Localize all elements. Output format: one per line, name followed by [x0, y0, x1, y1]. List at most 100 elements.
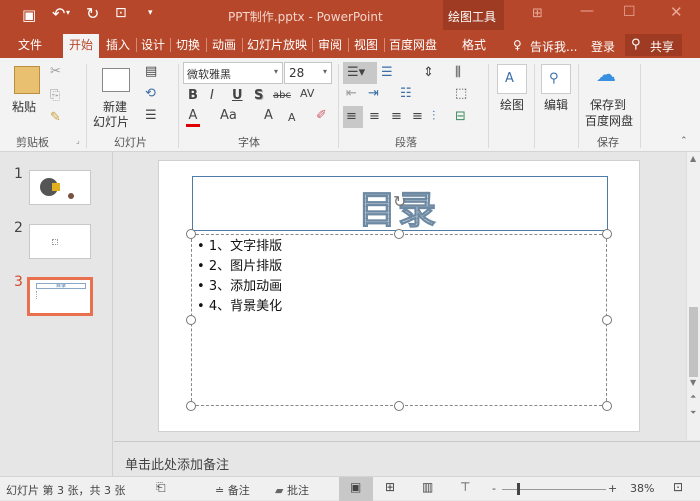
increase-indent-icon[interactable]: ⇥	[368, 86, 379, 102]
normal-view-button[interactable]: ▣	[339, 477, 373, 501]
bold-button[interactable]: B	[188, 88, 198, 104]
resize-handle[interactable]	[602, 315, 612, 325]
slide-thumbnail-3[interactable]: 目录	[27, 277, 93, 316]
cut-icon[interactable]: ✂	[50, 64, 61, 80]
change-case-button[interactable]: Aa	[220, 108, 237, 124]
resize-handle[interactable]	[186, 229, 196, 239]
tab-file[interactable]: 文件	[12, 34, 48, 58]
rotate-handle-icon[interactable]: ↻	[393, 192, 406, 211]
copy-icon[interactable]: ⎘	[50, 88, 60, 104]
grow-font-button[interactable]: A	[264, 108, 273, 124]
close-icon[interactable]: ✕	[670, 3, 683, 21]
scroll-thumb[interactable]	[689, 307, 698, 377]
smartart-icon[interactable]: ⊟	[455, 109, 466, 125]
text-direction-icon[interactable]: ⫼	[455, 65, 461, 81]
dialog-launcher-icon[interactable]: ⌟	[76, 136, 80, 145]
paste-button[interactable]: 粘贴	[12, 98, 36, 115]
underline-button[interactable]: U	[232, 88, 243, 104]
save-to-baidu-label[interactable]: 保存到	[590, 96, 626, 113]
paste-icon[interactable]	[14, 66, 40, 94]
undo-icon[interactable]: ↶	[52, 4, 65, 23]
align-text-icon[interactable]: ⬚	[455, 86, 467, 102]
bullet-item[interactable]: • 1、文字排版	[197, 237, 282, 257]
justify-icon[interactable]: ≡	[412, 109, 423, 125]
baidu-cloud-icon[interactable]: ☁	[596, 64, 616, 84]
bullets-button[interactable]: ☰▾	[343, 62, 377, 84]
columns-icon[interactable]: ☷	[400, 86, 412, 102]
bullet-item[interactable]: • 4、背景美化	[197, 297, 282, 317]
customize-qat-icon[interactable]: ▾	[148, 8, 153, 18]
resize-handle[interactable]	[186, 401, 196, 411]
tab-design[interactable]: 设计	[138, 34, 168, 58]
zoom-slider-thumb[interactable]	[517, 483, 520, 495]
align-center-icon[interactable]: ≡	[369, 109, 380, 125]
tab-animations[interactable]: 动画	[208, 34, 240, 58]
drawing-label[interactable]: 绘图	[500, 96, 524, 113]
tell-me-search[interactable]: 告诉我...	[530, 38, 577, 55]
zoom-out-button[interactable]: -	[492, 482, 496, 495]
slide-sorter-icon[interactable]: ⊞	[385, 480, 395, 494]
notes-button[interactable]: ≐ 备注	[215, 482, 250, 498]
font-size-select[interactable]: 28 ▾	[284, 62, 332, 84]
character-spacing-button[interactable]: AV	[300, 86, 314, 102]
comments-button[interactable]: ▰ 批注	[275, 482, 309, 498]
bullet-item[interactable]: • 2、图片排版	[197, 257, 282, 277]
reading-view-icon[interactable]: ▥	[422, 480, 433, 494]
format-painter-icon[interactable]: ✎	[50, 110, 61, 126]
new-slide-icon[interactable]	[102, 68, 130, 92]
slide-thumbnail-2[interactable]	[29, 224, 91, 259]
clear-formatting-icon[interactable]: ✐	[316, 108, 327, 124]
align-left-button[interactable]: ≡	[343, 106, 363, 128]
tab-home[interactable]: 开始	[63, 34, 99, 58]
bullet-item[interactable]: • 3、添加动画	[197, 277, 282, 297]
shrink-font-button[interactable]: A	[288, 110, 296, 126]
strikethrough-button[interactable]: abc	[273, 88, 291, 104]
slide-thumbnail-1[interactable]	[29, 170, 91, 205]
scroll-up-icon[interactable]: ▲	[690, 154, 696, 163]
font-color-button[interactable]: A	[186, 108, 200, 127]
undo-dropdown-icon[interactable]: ▾	[66, 8, 70, 17]
content-placeholder[interactable]: • 1、文字排版 • 2、图片排版 • 3、添加动画 • 4、背景美化	[191, 234, 607, 406]
notes-pane[interactable]: 单击此处添加备注	[114, 441, 700, 476]
login-link[interactable]: 登录	[591, 38, 615, 55]
section-icon[interactable]: ☰	[145, 108, 157, 124]
numbering-icon[interactable]: ☰	[381, 65, 393, 81]
resize-handle[interactable]	[602, 229, 612, 239]
scroll-down-icon[interactable]: ▼	[690, 378, 696, 387]
align-right-icon[interactable]: ≡	[391, 109, 402, 125]
tab-baidu-netdisk[interactable]: 百度网盘	[386, 34, 440, 58]
shadow-button[interactable]: S	[254, 88, 263, 104]
zoom-level[interactable]: 38%	[630, 482, 654, 495]
save-icon[interactable]: ▣	[22, 6, 36, 24]
minimize-icon[interactable]: —	[580, 3, 594, 19]
next-slide-icon[interactable]: ⏷	[690, 408, 696, 418]
ribbon-display-icon[interactable]: ⊞	[532, 6, 543, 21]
resize-handle[interactable]	[394, 229, 404, 239]
vertical-scrollbar[interactable]: ▲ ▼ ⏶ ⏷	[686, 152, 700, 440]
editing-label[interactable]: 编辑	[544, 96, 568, 113]
tab-review[interactable]: 审阅	[314, 34, 346, 58]
presentation-icon[interactable]: ⊡	[115, 5, 127, 21]
notes-placeholder[interactable]: 单击此处添加备注	[125, 458, 229, 473]
tab-format[interactable]: 格式	[446, 34, 502, 58]
fit-to-window-icon[interactable]: ⊡	[673, 480, 683, 494]
editing-button[interactable]: ⚲	[541, 64, 571, 94]
new-slide-label-2[interactable]: 幻灯片	[93, 113, 129, 130]
spellcheck-icon[interactable]: ⎗	[156, 480, 166, 495]
maximize-icon[interactable]: ☐	[623, 4, 636, 20]
tab-insert[interactable]: 插入	[102, 34, 134, 58]
share-button[interactable]: ⚲ 共享	[625, 34, 682, 56]
distributed-icon[interactable]: ⫶	[432, 109, 435, 125]
resize-handle[interactable]	[186, 315, 196, 325]
italic-button[interactable]: I	[210, 88, 214, 104]
save-to-baidu-label-2[interactable]: 百度网盘	[585, 112, 633, 129]
layout-icon[interactable]: ▤	[145, 64, 157, 80]
resize-handle[interactable]	[394, 401, 404, 411]
slide[interactable]: 目录 ↻ • 1、文字排版 • 2、图片排版 • 3、添加动画 • 4、背景美化	[158, 160, 640, 432]
previous-slide-icon[interactable]: ⏶	[690, 392, 696, 402]
slideshow-icon[interactable]: ⊤	[460, 480, 470, 494]
zoom-in-button[interactable]: +	[608, 482, 617, 495]
collapse-ribbon-icon[interactable]: ⌃	[680, 136, 688, 146]
tab-transitions[interactable]: 切换	[172, 34, 204, 58]
tab-slideshow[interactable]: 幻灯片放映	[244, 34, 310, 58]
